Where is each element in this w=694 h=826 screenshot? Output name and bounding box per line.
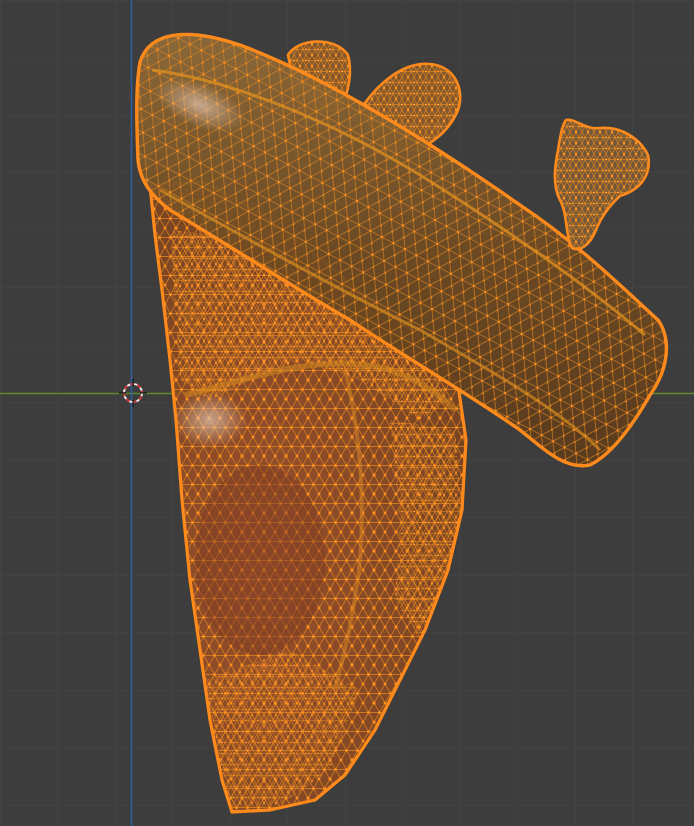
scapula-highlight xyxy=(172,392,248,448)
viewport-canvas[interactable] xyxy=(0,0,694,826)
scapula-dark-fossa xyxy=(195,465,325,655)
3d-viewport[interactable] xyxy=(0,0,694,826)
